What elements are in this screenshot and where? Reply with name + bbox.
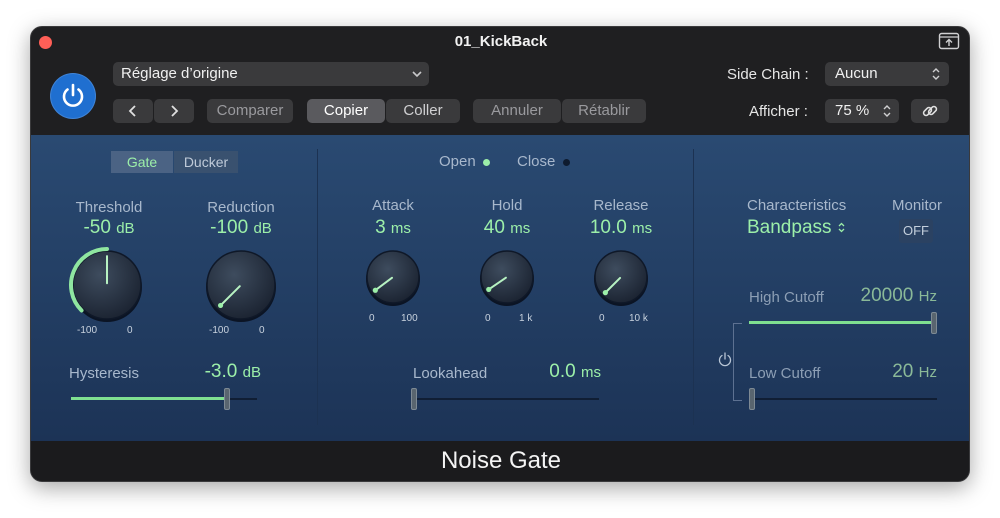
high-cutoff-value: 20000 Hz	[860, 285, 937, 306]
reduction-label: Reduction	[207, 199, 275, 216]
knob-body	[366, 250, 420, 304]
view-label: Afficher :	[749, 103, 808, 120]
attack-max-label: 100	[401, 313, 418, 324]
lookahead-label: Lookahead	[413, 365, 488, 382]
undo-button[interactable]: Annuler	[473, 99, 561, 123]
plugin-panel: Gate Ducker Threshold -50 dB -100 0 Redu…	[31, 135, 969, 441]
monitor-label: Monitor	[891, 197, 943, 214]
open-led-icon	[482, 158, 490, 166]
window-title: 01_KickBack	[454, 33, 548, 50]
threshold-label: Threshold	[75, 199, 143, 216]
attack-knob[interactable]	[361, 245, 425, 309]
reduction-min-label: -100	[209, 325, 230, 336]
slider-thumb[interactable]	[931, 312, 937, 334]
next-preset-button[interactable]	[154, 99, 194, 123]
close-led-icon	[562, 158, 570, 166]
release-min-label: 0	[599, 313, 605, 324]
slider-thumb[interactable]	[411, 388, 417, 410]
plugin-window: 01_KickBack Réglage d’origine Comparer C…	[30, 26, 970, 482]
knob-body	[206, 250, 276, 320]
knob-pointer-dot	[602, 290, 608, 296]
low-cutoff-slider[interactable]	[749, 387, 937, 411]
close-indicator: Close	[517, 153, 570, 170]
slider-thumb[interactable]	[749, 388, 755, 410]
slider-thumb[interactable]	[224, 388, 230, 410]
share-icon[interactable]	[938, 32, 960, 50]
reduction-value: -100 dB	[210, 217, 272, 238]
link-icon	[922, 105, 938, 117]
high-cutoff-label: High Cutoff	[749, 289, 824, 306]
redo-button[interactable]: Rétablir	[562, 99, 646, 123]
sidechain-select[interactable]: Aucun	[825, 62, 949, 86]
knob-body	[594, 250, 648, 304]
previous-preset-button[interactable]	[113, 99, 153, 123]
copy-button[interactable]: Copier	[307, 99, 385, 123]
slider-fill	[749, 321, 931, 324]
knob-pointer-dot	[217, 302, 224, 309]
low-cutoff-value: 20 Hz	[892, 361, 937, 382]
plugin-name: Noise Gate	[31, 441, 969, 481]
sidechain-label: Side Chain :	[727, 66, 809, 83]
attack-label: Attack	[372, 197, 414, 214]
low-cutoff-label: Low Cutoff	[749, 365, 821, 382]
release-knob[interactable]	[589, 245, 653, 309]
section-divider	[317, 149, 318, 425]
paste-button[interactable]: Coller	[386, 99, 460, 123]
high-cutoff-slider[interactable]	[749, 311, 937, 335]
chevron-down-icon	[412, 71, 422, 78]
chevron-updown-icon	[883, 105, 891, 117]
hold-label: Hold	[491, 197, 523, 214]
release-max-label: 10 k	[629, 313, 648, 324]
power-icon	[718, 352, 732, 367]
hold-min-label: 0	[485, 313, 491, 324]
lookahead-value: 0.0 ms	[549, 361, 601, 382]
cutoff-link-button[interactable]	[717, 351, 733, 367]
cutoff-link-bracket	[733, 323, 742, 401]
chevron-updown-icon	[932, 68, 940, 80]
view-zoom-value: 75 %	[835, 102, 870, 119]
open-indicator: Open	[439, 153, 490, 170]
knob-body	[480, 250, 534, 304]
hysteresis-label: Hysteresis	[69, 365, 140, 382]
threshold-knob[interactable]	[67, 245, 147, 325]
monitor-toggle[interactable]: OFF	[899, 219, 933, 243]
threshold-value: -50 dB	[83, 217, 135, 238]
release-label: Release	[593, 197, 649, 214]
compare-button[interactable]: Comparer	[207, 99, 293, 123]
hold-max-label: 1 k	[519, 313, 533, 324]
chevron-left-icon	[128, 105, 136, 117]
chevron-right-icon	[171, 105, 179, 117]
threshold-min-label: -100	[77, 325, 98, 336]
slider-fill	[71, 397, 224, 400]
link-button[interactable]	[911, 99, 949, 123]
characteristics-label: Characteristics	[747, 197, 847, 214]
view-zoom-select[interactable]: 75 %	[825, 99, 899, 123]
mode-gate-button[interactable]: Gate	[111, 151, 173, 173]
release-value: 10.0 ms	[589, 217, 653, 238]
preset-menu[interactable]: Réglage d’origine	[113, 62, 429, 86]
attack-min-label: 0	[369, 313, 375, 324]
reduction-knob[interactable]	[201, 245, 281, 325]
attack-value: 3 ms	[375, 217, 411, 238]
section-divider	[693, 149, 694, 425]
knob-pointer-dot	[372, 287, 378, 293]
slider-track	[411, 398, 599, 400]
chevron-updown-icon	[838, 223, 845, 233]
threshold-max-label: 0	[127, 325, 133, 336]
hysteresis-value: -3.0 dB	[204, 361, 261, 382]
reduction-max-label: 0	[259, 325, 265, 336]
slider-track	[749, 398, 937, 400]
power-icon	[62, 83, 84, 107]
hold-knob[interactable]	[475, 245, 539, 309]
sidechain-value: Aucun	[835, 65, 878, 82]
characteristics-select[interactable]: Bandpass	[747, 217, 846, 239]
hysteresis-slider[interactable]	[71, 387, 257, 411]
bypass-power-button[interactable]	[50, 73, 96, 119]
lookahead-slider[interactable]	[411, 387, 599, 411]
hold-value: 40 ms	[483, 217, 531, 238]
mode-ducker-button[interactable]: Ducker	[174, 151, 238, 173]
preset-name: Réglage d’origine	[121, 65, 238, 82]
knob-pointer-dot	[486, 286, 492, 293]
